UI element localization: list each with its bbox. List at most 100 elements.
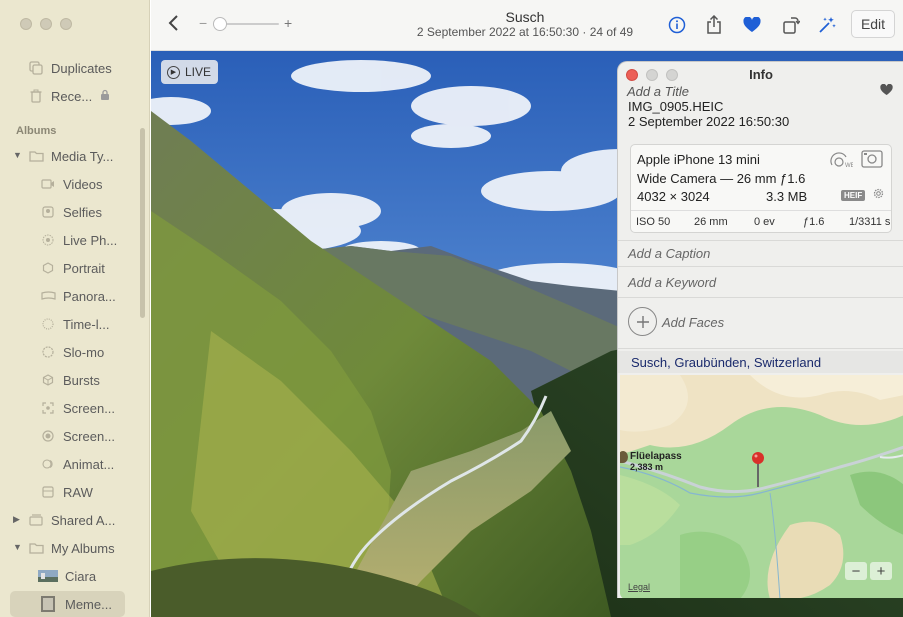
- sidebar-item-videos[interactable]: Videos: [0, 172, 149, 196]
- divider: [618, 348, 903, 349]
- location-label[interactable]: Susch, Graubünden, Switzerland: [618, 351, 903, 373]
- share-icon: [707, 15, 721, 34]
- shared-album-icon: [28, 513, 44, 527]
- file-size: 3.3 MB: [766, 189, 808, 204]
- map-zoom-out-button[interactable]: −: [845, 562, 867, 580]
- sidebar-item-bursts[interactable]: Bursts: [0, 368, 149, 392]
- map-zoom-in-button[interactable]: +: [870, 562, 892, 580]
- live-label: LIVE: [185, 65, 212, 79]
- sidebar-item-label: Animat...: [63, 456, 115, 472]
- minimize-window-button[interactable]: [40, 18, 52, 30]
- sidebar-item-label: Ciara: [65, 568, 97, 584]
- svg-text:WB: WB: [845, 163, 853, 169]
- share-button[interactable]: [703, 14, 725, 36]
- exif-aperture: ƒ1.6: [803, 216, 825, 228]
- chevron-right-icon[interactable]: ▶: [13, 514, 23, 525]
- bursts-icon: [40, 373, 56, 387]
- photo-datetime[interactable]: 2 September 2022 16:50:30: [628, 114, 789, 129]
- zoom-window-button[interactable]: [60, 18, 72, 30]
- sidebar-item-label: Screen...: [63, 428, 116, 444]
- map-place-name: Flüelapass: [630, 451, 682, 462]
- info-panel: Info Add a Title IMG_0905.HEIC 2 Septemb…: [617, 61, 903, 598]
- sidebar-item-selfies[interactable]: Selfies: [0, 200, 149, 224]
- sidebar-item-label: Panora...: [63, 288, 116, 304]
- map-legal-link[interactable]: Legal: [628, 582, 650, 592]
- sidebar-item-label: Shared A...: [51, 512, 116, 528]
- info-button[interactable]: [666, 14, 688, 36]
- sidebar-item-animated[interactable]: Animat...: [0, 452, 149, 476]
- sidebar-item-slomo[interactable]: Slo-mo: [0, 340, 149, 364]
- sidebar-item-label: Duplicates: [51, 60, 112, 76]
- portrait-icon: [40, 261, 56, 275]
- back-button[interactable]: [167, 14, 179, 38]
- sidebar-item-label: Portrait: [63, 260, 105, 276]
- info-favorite-button[interactable]: [880, 83, 893, 99]
- sidebar-item-label: Rece...: [51, 88, 93, 104]
- rotate-button[interactable]: [780, 14, 802, 36]
- lock-icon: [100, 89, 110, 104]
- sidebar-item-my-albums[interactable]: ▼ My Albums: [0, 536, 149, 560]
- duplicates-icon: [28, 61, 44, 75]
- keyword-field[interactable]: Add a Keyword: [628, 275, 716, 290]
- sidebar-item-screen-recordings[interactable]: Screen...: [0, 424, 149, 448]
- sidebar-item-media-types[interactable]: ▼ Media Ty...: [0, 144, 149, 168]
- map-place-elevation: 2,383 m: [630, 462, 664, 472]
- auto-enhance-button[interactable]: [816, 14, 838, 36]
- sidebar-item-screenshots[interactable]: Screen...: [0, 396, 149, 420]
- heif-badge: HEIF: [841, 190, 866, 201]
- zoom-slider-thumb[interactable]: [213, 17, 227, 31]
- favorite-button[interactable]: [741, 14, 763, 36]
- caption-field[interactable]: Add a Caption: [628, 246, 710, 261]
- timelapse-icon: [40, 317, 56, 331]
- sidebar-item-live-photos[interactable]: Live Ph...: [0, 228, 149, 252]
- live-photo-icon: [40, 233, 56, 247]
- screenshot-icon: [40, 401, 56, 415]
- exif-exposure: 0 ev: [754, 216, 775, 228]
- albums-header: Albums: [16, 125, 57, 137]
- sidebar-item-portrait[interactable]: Portrait: [0, 256, 149, 280]
- sidebar-item-label: Media Ty...: [51, 148, 114, 164]
- camera-details-box: Apple iPhone 13 mini Wide Camera — 26 mm…: [630, 144, 892, 233]
- edit-button[interactable]: Edit: [851, 10, 895, 38]
- sidebar-item-album-memes[interactable]: Meme...: [0, 592, 149, 616]
- sidebar-item-timelapse[interactable]: Time-l...: [0, 312, 149, 336]
- sidebar-item-shared-albums[interactable]: ▶ Shared A...: [0, 508, 149, 532]
- trash-icon: [28, 89, 44, 103]
- toolbar: − + Susch 2 September 2022 at 16:50:30 ·…: [151, 0, 903, 51]
- sidebar-item-raw[interactable]: RAW: [0, 480, 149, 504]
- album-thumb-icon: [38, 596, 58, 612]
- sidebar-item-recently-deleted[interactable]: Rece...: [0, 84, 149, 108]
- sidebar-item-duplicates[interactable]: Duplicates: [0, 56, 149, 80]
- sidebar-item-label: Time-l...: [63, 316, 110, 332]
- add-title-field[interactable]: Add a Title: [627, 84, 689, 99]
- divider: [618, 240, 903, 241]
- photo-subtitle: 2 September 2022 at 16:50:30 · 24 of 49: [416, 25, 634, 39]
- camera-divider: [631, 210, 891, 211]
- zoom-in-label: +: [284, 15, 293, 31]
- sidebar-item-label: Bursts: [63, 372, 100, 388]
- sidebar-item-label: My Albums: [51, 540, 115, 556]
- camera-icon: [861, 150, 883, 171]
- chevron-down-icon[interactable]: ▼: [13, 150, 23, 160]
- sidebar-item-label: RAW: [63, 484, 93, 500]
- sidebar-item-label: Selfies: [63, 204, 103, 220]
- raw-icon: [40, 485, 56, 499]
- selfie-icon: [40, 205, 56, 219]
- sidebar-item-label: Screen...: [63, 400, 116, 416]
- sidebar-item-panoramas[interactable]: Panora...: [0, 284, 149, 308]
- add-faces-label[interactable]: Add Faces: [662, 315, 724, 330]
- sidebar-item-label: Live Ph...: [63, 232, 118, 248]
- heart-icon: [880, 83, 893, 96]
- album-thumb-icon: [38, 569, 58, 583]
- chevron-down-icon[interactable]: ▼: [13, 542, 23, 552]
- add-faces-button[interactable]: [628, 307, 657, 336]
- live-photo-badge[interactable]: ▶ LIVE: [161, 60, 218, 84]
- sidebar-item-album-ciara[interactable]: Ciara: [0, 564, 149, 588]
- sidebar-item-label: Videos: [63, 176, 103, 192]
- close-window-button[interactable]: [20, 18, 32, 30]
- exif-iso: ISO 50: [636, 216, 671, 228]
- camera-lens: Wide Camera — 26 mm ƒ1.6: [637, 171, 806, 186]
- sidebar-scrollbar[interactable]: [140, 128, 145, 318]
- location-map[interactable]: Flüelapass 2,383 m Legal − +: [620, 375, 903, 598]
- rotate-icon: [783, 17, 800, 34]
